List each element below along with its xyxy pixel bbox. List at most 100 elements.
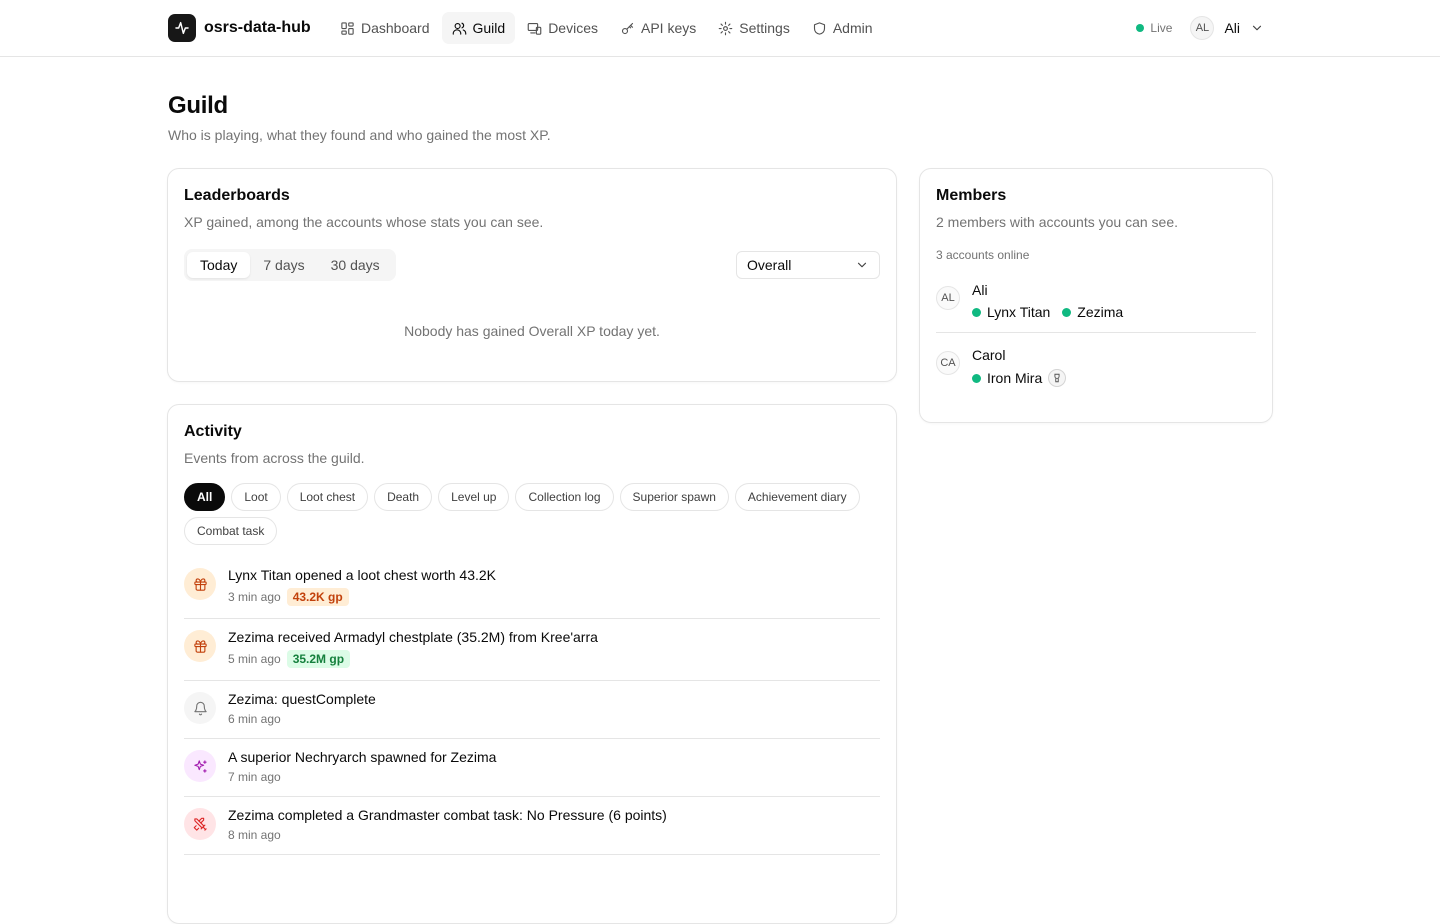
nav-devices[interactable]: Devices bbox=[517, 12, 608, 44]
skill-select[interactable]: Overall bbox=[736, 251, 880, 279]
activity-icon bbox=[168, 14, 196, 42]
value-badge: 35.2M gp bbox=[286, 650, 351, 668]
member-name: Carol bbox=[972, 347, 1006, 363]
member-list: AL Ali Lynx Titan Zezima CA Carol Iron M… bbox=[936, 268, 1256, 399]
live-label: Live bbox=[1150, 21, 1173, 35]
leaderboards-card: Leaderboards XP gained, among the accoun… bbox=[167, 168, 897, 382]
activity-filters: All Loot Loot chest Death Level up Colle… bbox=[184, 483, 864, 545]
account-name: Zezima bbox=[1077, 304, 1124, 320]
devices-icon bbox=[527, 22, 542, 35]
account-chip[interactable]: Lynx Titan bbox=[972, 304, 1050, 320]
user-name[interactable]: Ali bbox=[1224, 20, 1240, 36]
activity-text: Zezima completed a Grandmaster combat ta… bbox=[228, 807, 667, 823]
online-dot bbox=[1062, 307, 1072, 317]
sparkles-icon bbox=[184, 750, 216, 782]
top-navigation-bar: osrs-data-hub Dashboard Guild Devices AP… bbox=[0, 0, 1440, 57]
avatar: CA bbox=[936, 351, 960, 375]
members-description: 2 members with accounts you can see. bbox=[936, 214, 1179, 230]
member-row[interactable]: AL Ali Lynx Titan Zezima bbox=[936, 268, 1256, 332]
activity-item[interactable]: A superior Nechryarch spawned for Zezima… bbox=[184, 739, 880, 797]
activity-time: 7 min ago bbox=[228, 770, 281, 784]
page-title: Guild bbox=[168, 92, 228, 119]
filter-all[interactable]: All bbox=[184, 483, 226, 511]
filter-superior-spawn[interactable]: Superior spawn bbox=[619, 483, 729, 511]
avatar[interactable]: AL bbox=[1190, 16, 1215, 40]
nav-label: Admin bbox=[832, 20, 873, 36]
gift-icon bbox=[184, 630, 216, 662]
chevron-down-icon[interactable] bbox=[1250, 21, 1264, 35]
account-chip[interactable]: Zezima bbox=[1062, 304, 1123, 320]
account-chip[interactable]: Iron Mira bbox=[972, 369, 1067, 387]
brand-name: osrs-data-hub bbox=[204, 19, 311, 36]
activity-time: 6 min ago bbox=[228, 712, 281, 726]
ironman-icon bbox=[1048, 369, 1067, 387]
header-right: Live AL Ali bbox=[1136, 16, 1264, 40]
activity-time: 8 min ago bbox=[228, 828, 281, 842]
nav-label: Settings bbox=[739, 20, 790, 36]
grid-icon bbox=[341, 21, 354, 35]
tab-today[interactable]: Today bbox=[187, 252, 251, 278]
value-badge: 43.2K gp bbox=[286, 588, 349, 606]
filter-collection-log[interactable]: Collection log bbox=[515, 483, 614, 511]
online-dot bbox=[972, 373, 981, 383]
activity-item[interactable]: Zezima received Armadyl chestplate (35.2… bbox=[184, 619, 880, 681]
live-indicator: Live bbox=[1136, 21, 1172, 35]
activity-item[interactable]: Zezima completed a Grandmaster combat ta… bbox=[184, 797, 880, 855]
key-icon bbox=[621, 22, 634, 34]
member-row[interactable]: CA Carol Iron Mira bbox=[936, 332, 1256, 399]
activity-text: Zezima: questComplete bbox=[228, 691, 376, 707]
filter-death[interactable]: Death bbox=[374, 483, 433, 511]
filter-level-up[interactable]: Level up bbox=[438, 483, 510, 511]
online-count: 3 accounts online bbox=[936, 248, 1030, 262]
account-name: Iron Mira bbox=[987, 370, 1043, 386]
filter-loot[interactable]: Loot bbox=[231, 483, 281, 511]
main-nav: Dashboard Guild Devices API keys Setting… bbox=[330, 12, 883, 44]
online-dot bbox=[972, 307, 981, 317]
range-tabs: Today 7 days 30 days bbox=[184, 249, 396, 281]
filter-loot-chest[interactable]: Loot chest bbox=[286, 483, 369, 511]
members-card: Members 2 members with accounts you can … bbox=[919, 168, 1273, 423]
leaderboards-title: Leaderboards bbox=[184, 187, 290, 204]
nav-label: API keys bbox=[640, 20, 697, 36]
activity-time: 3 min ago bbox=[228, 590, 281, 604]
bell-icon bbox=[184, 692, 216, 724]
nav-admin[interactable]: Admin bbox=[802, 12, 883, 44]
page-subtitle: Who is playing, what they found and who … bbox=[168, 127, 551, 143]
chevron-down-icon bbox=[857, 262, 867, 268]
activity-title: Activity bbox=[184, 423, 242, 440]
users-icon bbox=[452, 22, 466, 35]
member-name: Ali bbox=[972, 282, 988, 298]
activity-text: Lynx Titan opened a loot chest worth 43.… bbox=[228, 567, 496, 583]
shield-icon bbox=[813, 21, 825, 35]
filter-achievement-diary[interactable]: Achievement diary bbox=[734, 483, 860, 511]
swords-icon bbox=[184, 808, 216, 840]
activity-text: Zezima received Armadyl chestplate (35.2… bbox=[228, 629, 598, 645]
nav-guild[interactable]: Guild bbox=[441, 12, 516, 44]
nav-label: Guild bbox=[472, 20, 506, 36]
members-title: Members bbox=[936, 187, 1007, 204]
tab-30-days[interactable]: 30 days bbox=[318, 252, 393, 278]
leaderboards-description: XP gained, among the accounts whose stat… bbox=[184, 214, 544, 230]
brand[interactable]: osrs-data-hub bbox=[168, 14, 311, 42]
activity-description: Events from across the guild. bbox=[184, 450, 365, 466]
nav-label: Devices bbox=[548, 20, 598, 36]
nav-dashboard[interactable]: Dashboard bbox=[330, 12, 440, 44]
activity-feed: Lynx Titan opened a loot chest worth 43.… bbox=[184, 557, 880, 855]
activity-card: Activity Events from across the guild. A… bbox=[167, 404, 897, 924]
gift-icon bbox=[184, 568, 216, 600]
nav-settings[interactable]: Settings bbox=[708, 12, 800, 44]
nav-label: Dashboard bbox=[361, 20, 430, 36]
account-name: Lynx Titan bbox=[987, 304, 1051, 320]
tab-7-days[interactable]: 7 days bbox=[250, 252, 317, 278]
skill-select-value: Overall bbox=[747, 257, 792, 273]
live-dot bbox=[1136, 24, 1145, 32]
activity-time: 5 min ago bbox=[228, 652, 281, 666]
nav-api-keys[interactable]: API keys bbox=[610, 12, 706, 44]
avatar: AL bbox=[936, 286, 960, 310]
gear-icon bbox=[718, 21, 733, 35]
activity-text: A superior Nechryarch spawned for Zezima bbox=[228, 749, 497, 765]
activity-item[interactable]: Zezima: questComplete 6 min ago bbox=[184, 681, 880, 739]
filter-combat-task[interactable]: Combat task bbox=[184, 517, 278, 545]
activity-item[interactable]: Lynx Titan opened a loot chest worth 43.… bbox=[184, 557, 880, 619]
leaderboard-empty-state: Nobody has gained Overall XP today yet. bbox=[404, 323, 660, 339]
